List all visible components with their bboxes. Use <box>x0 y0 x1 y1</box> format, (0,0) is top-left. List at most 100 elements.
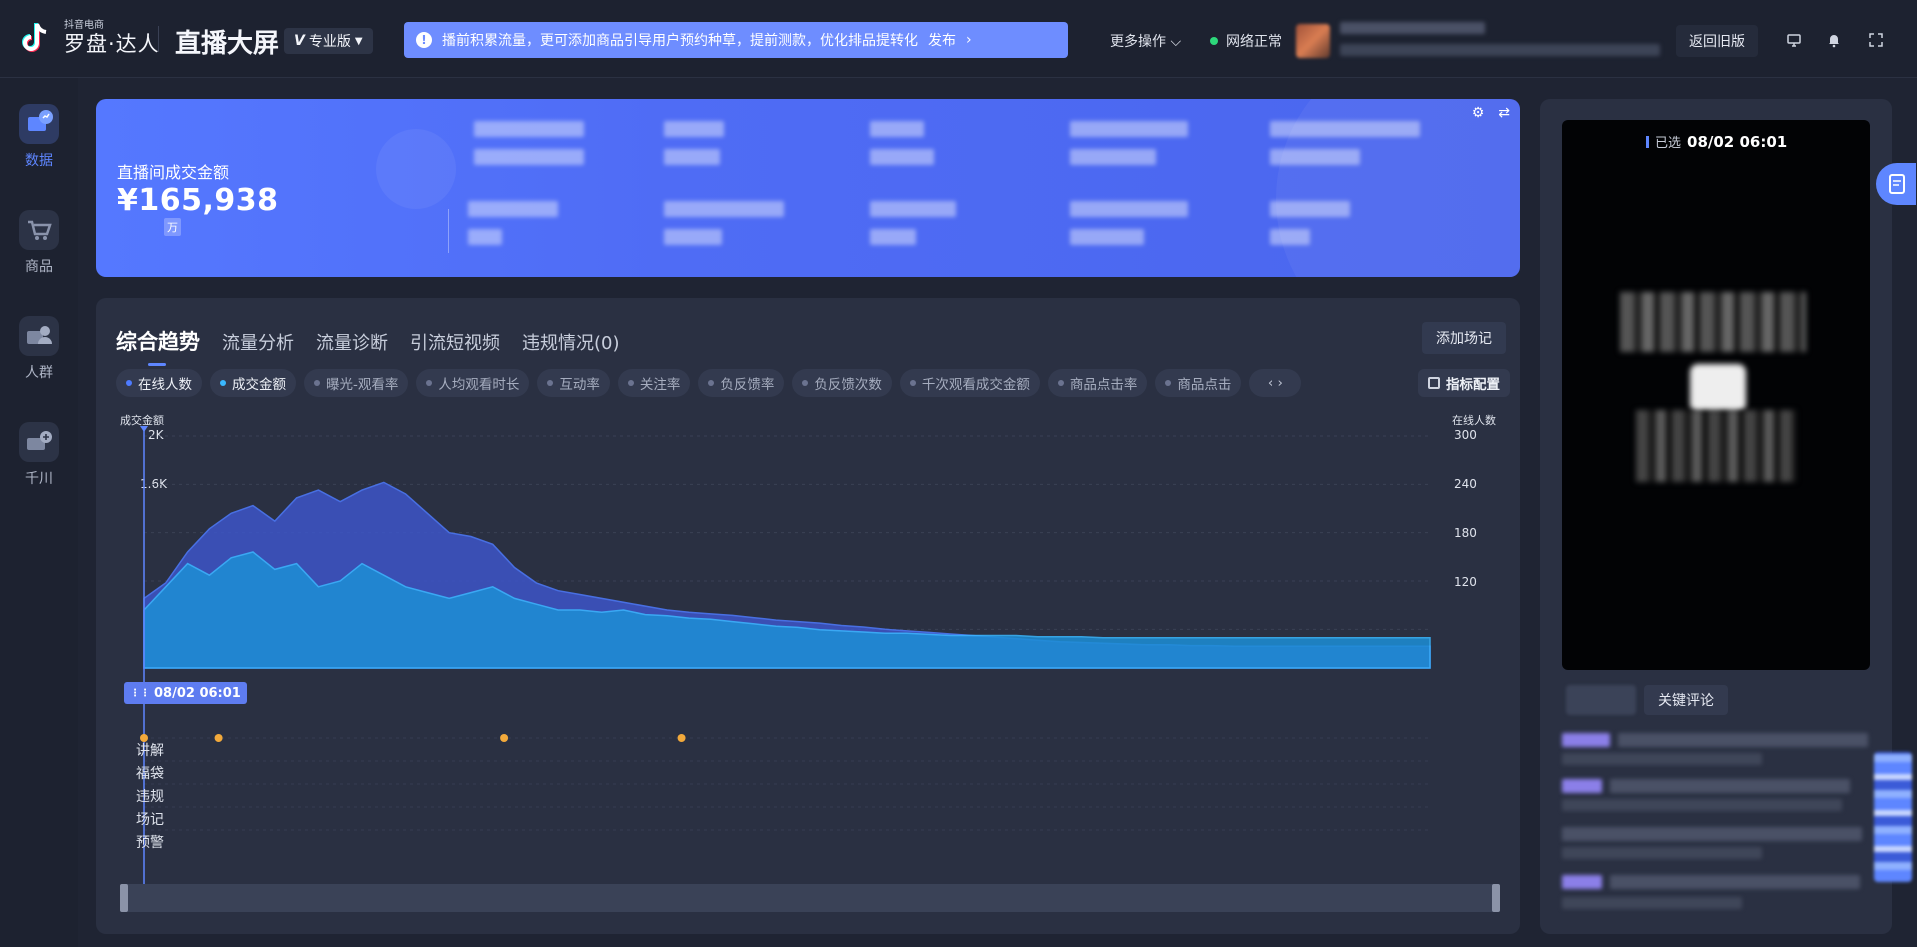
key-comments-tab[interactable]: 关键评论 <box>1644 685 1728 715</box>
config-icon <box>1428 377 1440 389</box>
comment-redacted <box>1562 875 1602 889</box>
metric-chip[interactable]: 商品点击 <box>1155 369 1242 397</box>
metric-chip[interactable]: 商品点击率 <box>1047 369 1148 397</box>
add-scene-note-button[interactable]: 添加场记 <box>1422 322 1506 354</box>
comment-redacted <box>1562 827 1862 841</box>
metric-chip[interactable]: 成交金额 <box>210 369 296 397</box>
comment-redacted <box>1562 753 1762 765</box>
app-frame: 抖音电商 罗盘·达人 直播大屏 V 专业版 ▼ ! 播前积累流量，更可添加商品引… <box>0 0 1917 947</box>
left-sidebar: 数据 商品 人群 千川 <box>0 78 78 947</box>
edition-switch[interactable]: V 专业版 ▼ <box>284 28 373 54</box>
tab-short-video[interactable]: 引流短视频 <box>410 329 500 355</box>
video-frame-pixelated <box>1690 364 1746 412</box>
metric-config-button[interactable]: 指标配置 <box>1418 369 1510 397</box>
timeline-handle-left[interactable] <box>120 884 128 912</box>
comment-redacted <box>1562 733 1610 747</box>
metric-chip[interactable]: 负反馈率 <box>698 369 785 397</box>
selected-time-value: 08/02 06:01 <box>1687 132 1788 151</box>
timeline-scrollbar[interactable] <box>120 884 1500 912</box>
sidebar-item-data[interactable]: 数据 <box>0 104 78 170</box>
video-frame-pixelated <box>1620 292 1806 352</box>
notice-banner[interactable]: ! 播前积累流量，更可添加商品引导用户预约种草，提前测款，优化排品提转化 发布 … <box>404 22 1068 58</box>
trend-chart[interactable] <box>96 408 1520 888</box>
metric-chip[interactable]: 互动率 <box>537 369 610 397</box>
v-check-icon: V <box>294 33 305 49</box>
time-cursor-badge[interactable]: ⋮⋮ 08/02 06:01 <box>124 682 247 704</box>
brand-name: 罗盘·达人 <box>64 32 160 56</box>
metric-redacted <box>468 229 502 245</box>
comment-redacted <box>1562 779 1602 793</box>
tab-overall-trend[interactable]: 综合趋势 <box>116 326 200 366</box>
chip-dot-icon <box>426 380 433 386</box>
metric-redacted <box>870 229 916 245</box>
brand-block: 抖音电商 罗盘·达人 <box>64 20 160 56</box>
edition-label: 专业版 <box>308 34 351 50</box>
chip-label: 互动率 <box>559 377 600 393</box>
chip-dot-icon <box>220 380 226 386</box>
chip-dot-icon <box>126 380 132 386</box>
settings-gear-icon[interactable]: ⚙ <box>1472 105 1485 121</box>
fullscreen-icon[interactable] <box>1868 32 1884 48</box>
chip-label: 关注率 <box>639 377 681 393</box>
caret-down-icon: ▼ <box>354 35 363 47</box>
notice-action[interactable]: 发布 <box>928 30 956 50</box>
tab-violations[interactable]: 违规情况(0) <box>522 329 620 355</box>
sidebar-item-qianchuan[interactable]: 千川 <box>0 422 78 488</box>
document-icon <box>1889 174 1905 194</box>
chip-label: 商品点击 <box>1177 377 1232 393</box>
gmv-unit: 万 <box>164 218 181 236</box>
switch-icon[interactable]: ⇄ <box>1498 105 1510 121</box>
metric-chip[interactable]: 关注率 <box>617 369 691 397</box>
top-bar: 抖音电商 罗盘·达人 直播大屏 V 专业版 ▼ ! 播前积累流量，更可添加商品引… <box>0 0 1917 78</box>
video-frame-pixelated <box>1636 410 1796 482</box>
chip-scroll-nav[interactable]: ‹ › <box>1249 369 1302 397</box>
cursor-top-marker <box>140 426 148 432</box>
metric-redacted <box>1070 149 1156 165</box>
gmv-label: 直播间成交金额 <box>117 163 230 182</box>
live-preview-panel: 已选 08/02 06:01 关键评论 <box>1540 99 1892 934</box>
metric-redacted <box>870 149 934 165</box>
chip-label: 成交金额 <box>232 377 286 393</box>
comment-redacted <box>1618 733 1868 747</box>
timeline-handle-right[interactable] <box>1492 884 1500 912</box>
comment-redacted <box>1562 847 1762 859</box>
comment-tab-redacted[interactable] <box>1566 685 1636 715</box>
notice-text: 播前积累流量，更可添加商品引导用户预约种草，提前测款，优化排品提转化 <box>442 33 918 49</box>
metric-chip[interactable]: 人均观看时长 <box>416 369 530 397</box>
metric-chip[interactable]: 曝光-观看率 <box>304 369 409 397</box>
sidebar-item-products[interactable]: 商品 <box>0 210 78 276</box>
explain-event-dot <box>677 734 686 742</box>
metric-chip[interactable]: 在线人数 <box>116 369 202 397</box>
chip-dot-icon <box>627 380 634 386</box>
metric-redacted <box>664 149 720 165</box>
bell-icon[interactable] <box>1826 32 1842 48</box>
sidebar-item-label: 千川 <box>25 471 53 487</box>
back-to-old-version-button[interactable]: 返回旧版 <box>1676 25 1758 57</box>
tab-traffic-analysis[interactable]: 流量分析 <box>222 329 294 355</box>
time-cursor-label: 08/02 06:01 <box>154 685 241 701</box>
tab-traffic-diagnosis[interactable]: 流量诊断 <box>316 329 388 355</box>
more-operations-dropdown[interactable]: 更多操作 ⌵ <box>1110 31 1181 51</box>
sidebar-item-audience[interactable]: 人群 <box>0 316 78 382</box>
event-row-label: 违规 <box>136 789 164 805</box>
floating-assistant-button[interactable] <box>1876 163 1916 205</box>
sidebar-item-label: 人群 <box>25 365 53 381</box>
metric-chips: 在线人数 成交金额 曝光-观看率 人均观看时长 互动率 关注率 负反馈率 负反馈… <box>116 369 1510 397</box>
avatar[interactable] <box>1296 24 1330 58</box>
cart-icon <box>19 210 59 250</box>
comment-redacted <box>1562 897 1742 909</box>
floating-widget-redacted[interactable] <box>1874 752 1912 882</box>
chip-label: 在线人数 <box>138 377 192 393</box>
monitor-icon[interactable] <box>1786 32 1802 48</box>
metric-redacted <box>870 121 924 137</box>
sidebar-item-label: 数据 <box>25 153 53 169</box>
live-video-player[interactable]: 已选 08/02 06:01 <box>1562 120 1870 670</box>
app-logo[interactable]: 抖音电商 罗盘·达人 <box>18 20 160 56</box>
metric-chip[interactable]: 负反馈次数 <box>792 369 892 397</box>
account-id-redacted <box>1340 44 1660 56</box>
chip-label: 负反馈率 <box>720 377 775 393</box>
metric-redacted <box>474 121 584 137</box>
explain-event-dot <box>214 734 223 742</box>
metric-redacted <box>1070 121 1188 137</box>
metric-chip[interactable]: 千次观看成交金额 <box>899 369 1040 397</box>
